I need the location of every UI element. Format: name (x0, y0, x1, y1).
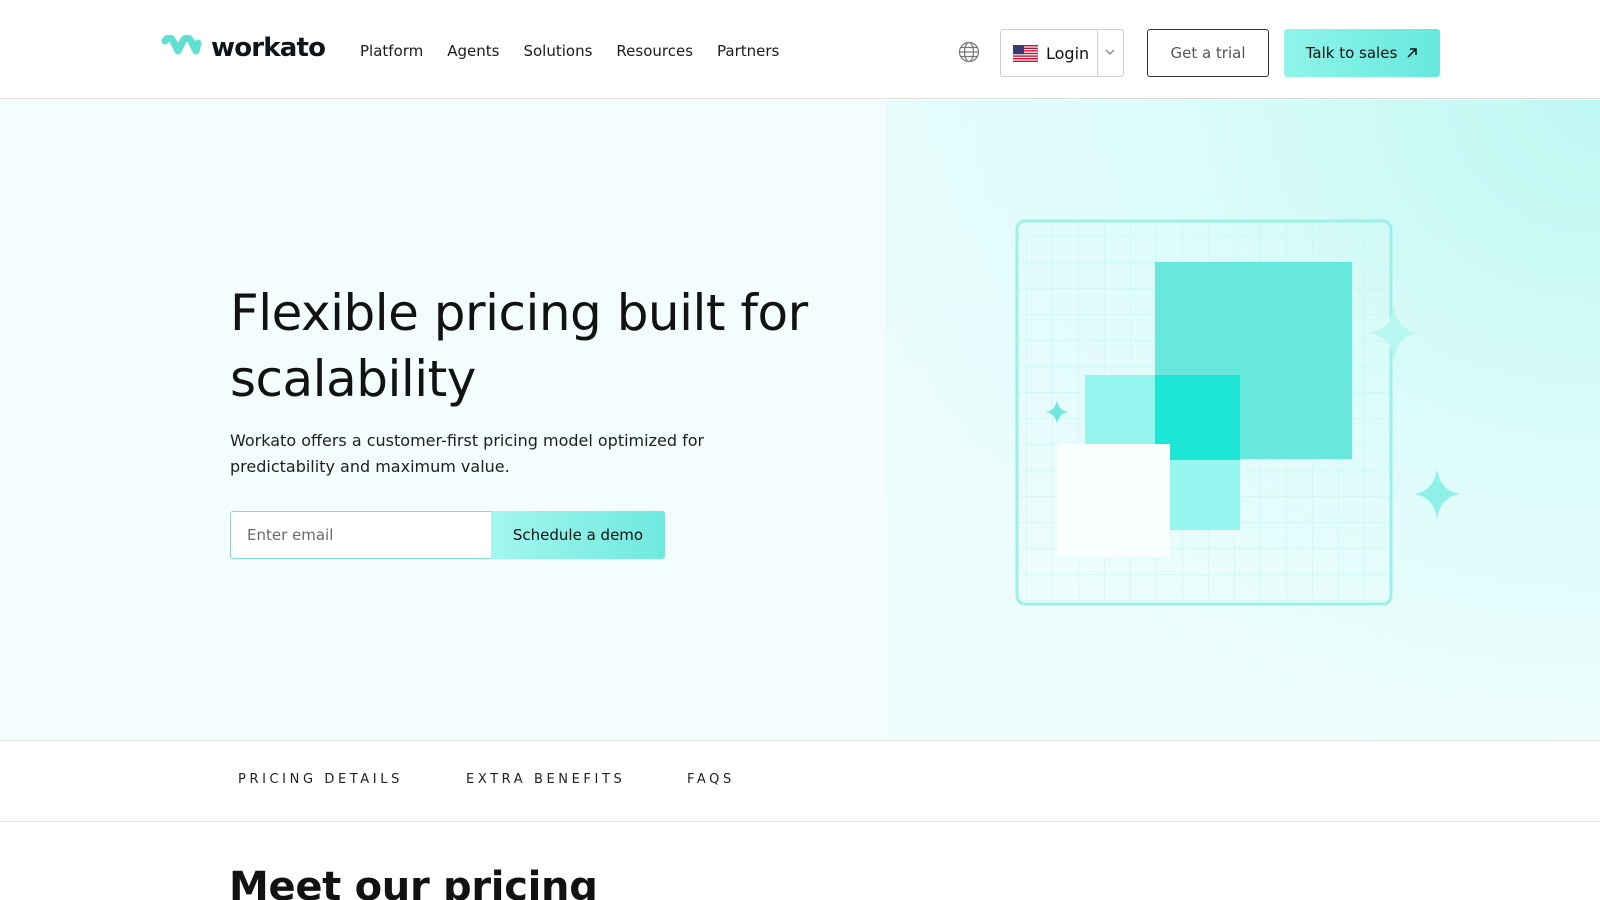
workato-logo-icon (161, 35, 202, 55)
talk-to-sales-label: Talk to sales (1305, 44, 1398, 62)
main-nav: Platform Agents Solutions Resources Part… (360, 41, 803, 61)
nav-platform[interactable]: Platform (360, 41, 423, 61)
login-divider (1097, 30, 1098, 76)
arrow-up-right-icon (1407, 48, 1418, 58)
subnav-pricing-details[interactable]: PRICING DETAILS (238, 772, 403, 787)
globe-icon[interactable] (958, 41, 980, 63)
get-trial-button[interactable]: Get a trial (1147, 29, 1269, 77)
email-input[interactable] (230, 511, 491, 559)
logo-wordmark: workato (211, 33, 326, 63)
schedule-demo-button[interactable]: Schedule a demo (491, 511, 665, 559)
demo-form: Schedule a demo (230, 511, 665, 559)
hero-subtitle: Workato offers a customer-first pricing … (230, 431, 705, 476)
site-header: workato Platform Agents Solutions Resour… (0, 0, 1600, 99)
workato-logo[interactable]: workato (161, 33, 326, 63)
nav-agents[interactable]: Agents (447, 41, 499, 61)
subnav-faqs[interactable]: FAQS (687, 772, 735, 787)
hero-title: Flexible pricing built for scalability (230, 284, 808, 408)
nav-solutions[interactable]: Solutions (523, 41, 592, 61)
sparkle-icon (1414, 469, 1460, 519)
us-flag-icon (1013, 44, 1038, 62)
pricing-section-title: Meet our pricing (229, 864, 598, 900)
hero-section: Flexible pricing built for scalability W… (0, 100, 1600, 740)
pricing-subnav: PRICING DETAILS EXTRA BENEFITS FAQS (0, 740, 1600, 822)
login-dropdown[interactable]: Login (1000, 29, 1124, 77)
nav-resources[interactable]: Resources (616, 41, 693, 61)
chevron-down-icon[interactable] (1104, 46, 1116, 58)
talk-to-sales-button[interactable]: Talk to sales (1284, 29, 1440, 77)
subnav-extra-benefits[interactable]: EXTRA BENEFITS (466, 772, 625, 787)
pricing-blocks-illustration (1015, 219, 1460, 606)
login-label[interactable]: Login (1046, 44, 1089, 63)
nav-partners[interactable]: Partners (717, 41, 779, 61)
